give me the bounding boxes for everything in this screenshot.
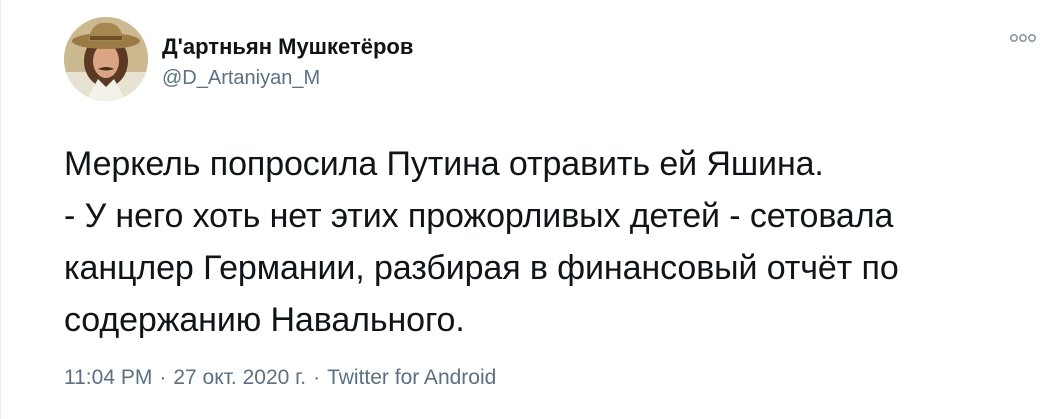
- tweet-card: Д'артньян Мушкетёров @D_Artaniyan_M Мерк…: [0, 0, 1062, 419]
- meta-separator: ·: [313, 366, 321, 389]
- tweet-source-link[interactable]: Twitter for Android: [327, 366, 496, 390]
- avatar-image: [64, 17, 148, 101]
- avatar[interactable]: [64, 17, 148, 101]
- tweet-date[interactable]: 27 окт. 2020 г.: [173, 366, 306, 390]
- more-dots-icon[interactable]: [1009, 30, 1037, 46]
- meta-separator: ·: [159, 366, 167, 389]
- tweet-text: Меркель попросила Путина отравить ей Яши…: [64, 145, 899, 339]
- tweet-meta: 11:04 PM · 27 окт. 2020 г. · Twitter for And…: [64, 366, 496, 390]
- tweet-time[interactable]: 11:04 PM: [64, 366, 152, 390]
- author-handle[interactable]: @D_Artaniyan_M: [162, 67, 320, 90]
- author-display-name[interactable]: Д'артньян Мушкетёров: [162, 34, 413, 60]
